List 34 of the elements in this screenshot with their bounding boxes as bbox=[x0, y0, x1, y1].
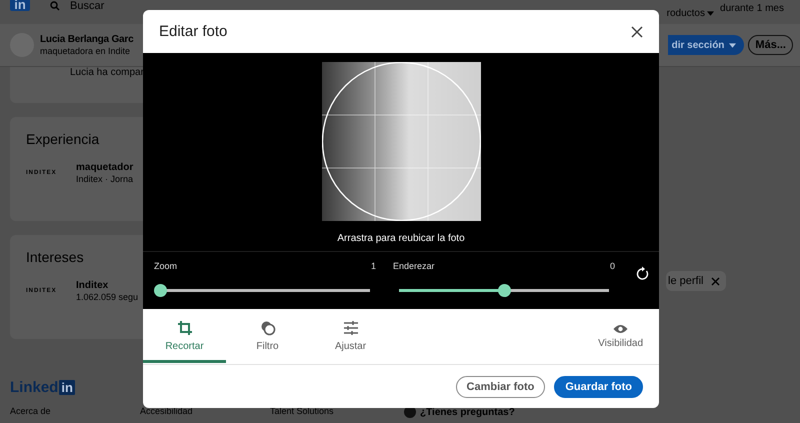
profile-headline: maquetadora en Indite bbox=[40, 46, 130, 56]
profile-action-button[interactable]: dir sección bbox=[668, 35, 744, 55]
overlapping-circles-icon bbox=[260, 320, 276, 336]
entry-subtitle: Inditex · Jorna bbox=[76, 174, 134, 184]
entry-title: Inditex bbox=[76, 280, 108, 291]
entry-title: maquetador bbox=[76, 162, 134, 173]
chip-label: le perfil bbox=[668, 275, 704, 287]
save-photo-button[interactable]: Guardar foto bbox=[554, 376, 643, 398]
activity-note: Lucia ha compar bbox=[70, 67, 144, 78]
drag-hint: Arrastra para reubicar la foto bbox=[337, 233, 465, 244]
slider-reading: 0 bbox=[610, 261, 615, 271]
search-icon bbox=[50, 1, 60, 11]
rotate-icon[interactable] bbox=[636, 266, 649, 280]
profile-action-button[interactable]: Más... bbox=[748, 35, 793, 55]
slider-label: Zoom bbox=[154, 261, 178, 271]
section-title: Experiencia bbox=[26, 131, 100, 147]
footer-logo[interactable]: Linked in bbox=[10, 379, 75, 396]
change-photo-button[interactable]: Cambiar foto bbox=[456, 376, 546, 398]
caret-icon bbox=[707, 11, 714, 16]
slider-thumb[interactable] bbox=[498, 284, 510, 297]
caret-icon bbox=[729, 42, 736, 48]
photo-placeholder[interactable] bbox=[322, 62, 480, 221]
close-icon[interactable] bbox=[631, 26, 643, 38]
section-title: Intereses bbox=[26, 249, 84, 265]
slider-label: Enderezar bbox=[393, 261, 435, 271]
profile-name: Lucia Berlanga Garc bbox=[40, 34, 134, 45]
slider-reading: 1 bbox=[370, 261, 376, 271]
crop-icon bbox=[176, 320, 192, 336]
dialog-title: Editar foto bbox=[159, 23, 228, 40]
sliders-icon bbox=[342, 320, 358, 336]
visibility-button[interactable]: Visibilidad bbox=[598, 309, 643, 364]
eye-icon bbox=[613, 324, 628, 334]
slider-thumb[interactable] bbox=[154, 284, 166, 297]
entry-subtitle: 1.062.059 segu bbox=[76, 292, 138, 302]
